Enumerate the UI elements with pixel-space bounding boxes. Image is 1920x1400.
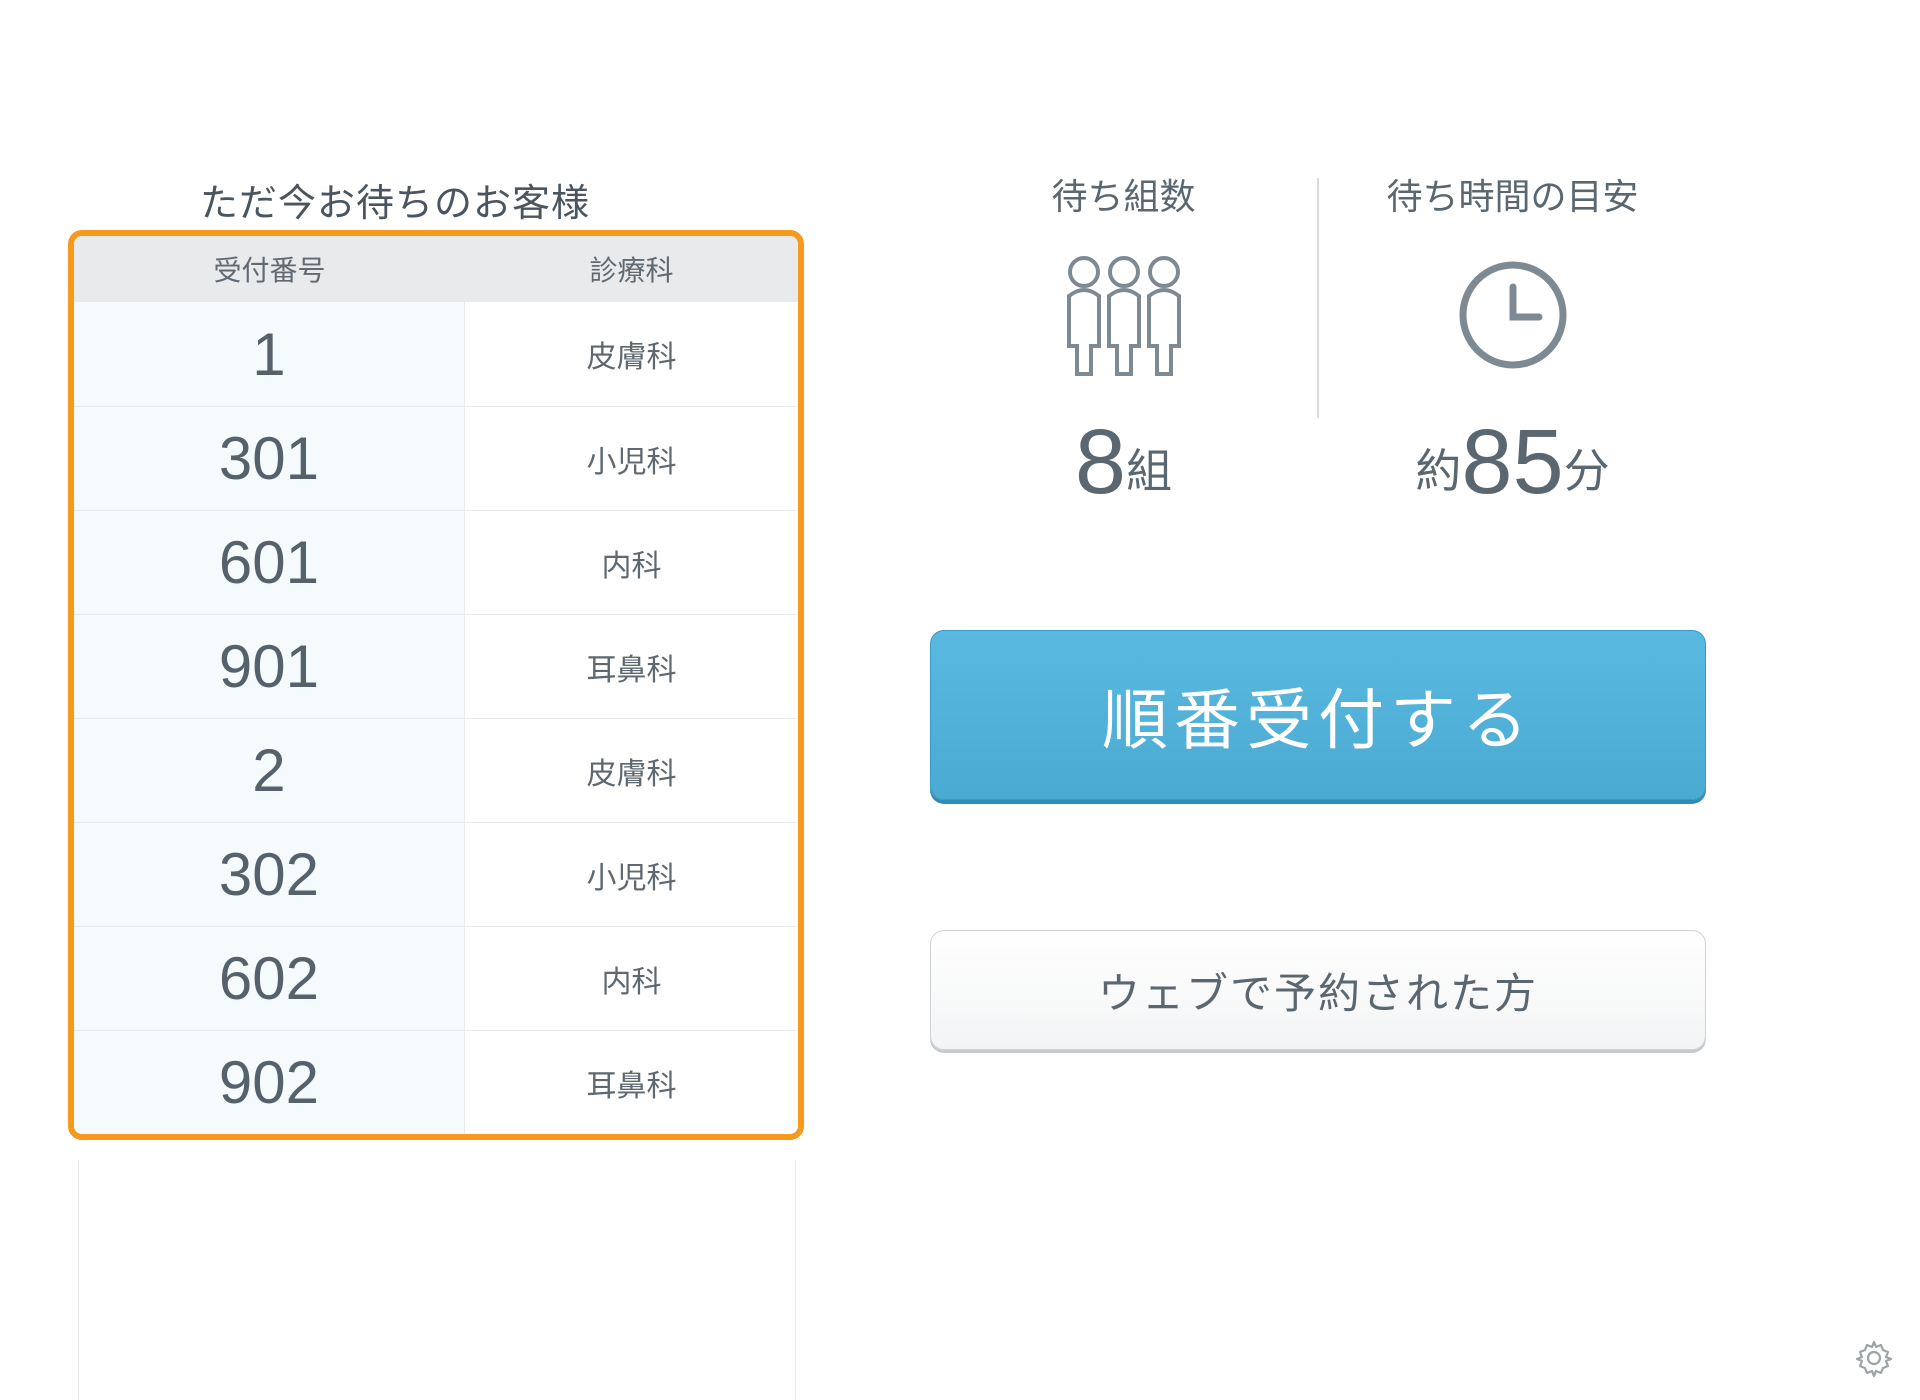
groups-unit: 組: [1126, 445, 1172, 497]
stats-panel: 待ち組数 8組 待ち時間の目安: [930, 168, 1706, 515]
ticket-number: 602: [74, 927, 465, 1030]
stat-groups-value: 8組: [930, 410, 1317, 515]
department-name: 耳鼻科: [465, 645, 798, 689]
table-row: 902耳鼻科: [74, 1030, 798, 1134]
register-queue-button[interactable]: 順番受付する: [930, 630, 1706, 800]
stat-time: 待ち時間の目安 約85分: [1319, 168, 1706, 515]
ticket-number: 601: [74, 511, 465, 614]
time-number: 85: [1461, 411, 1563, 513]
department-name: 内科: [465, 957, 798, 1001]
stat-groups-title: 待ち組数: [930, 168, 1317, 220]
web-reservation-button[interactable]: ウェブで予約された方: [930, 930, 1706, 1050]
ticket-number: 2: [74, 719, 465, 822]
department-name: 内科: [465, 541, 798, 585]
waiting-list-header: 受付番号 診療科: [74, 236, 798, 302]
table-row: 302小児科: [74, 822, 798, 926]
people-icon: [930, 250, 1317, 380]
table-row: 1皮膚科: [74, 302, 798, 406]
header-department: 診療科: [465, 249, 798, 289]
department-name: 皮膚科: [465, 749, 798, 793]
table-row: 2皮膚科: [74, 718, 798, 822]
waiting-list-frame: 受付番号 診療科 1皮膚科301小児科601内科901耳鼻科2皮膚科302小児科…: [68, 230, 804, 1140]
time-prefix: 約: [1415, 445, 1461, 497]
ticket-number: 302: [74, 823, 465, 926]
department-name: 皮膚科: [465, 332, 798, 376]
department-name: 耳鼻科: [465, 1061, 798, 1105]
header-number: 受付番号: [74, 249, 465, 289]
table-row: 901耳鼻科: [74, 614, 798, 718]
gear-icon: [1854, 1338, 1894, 1378]
table-row: 602内科: [74, 926, 798, 1030]
clock-icon: [1319, 250, 1706, 380]
stat-time-value: 約85分: [1319, 410, 1706, 515]
waiting-list-title: ただ今お待ちのお客様: [200, 172, 590, 227]
department-name: 小児科: [465, 437, 798, 481]
table-row: 601内科: [74, 510, 798, 614]
waiting-list-body: 1皮膚科301小児科601内科901耳鼻科2皮膚科302小児科602内科902耳…: [74, 302, 798, 1134]
table-row: 301小児科: [74, 406, 798, 510]
ticket-number: 1: [74, 302, 465, 406]
groups-number: 8: [1075, 411, 1126, 513]
time-unit: 分: [1564, 445, 1610, 497]
ticket-number: 902: [74, 1031, 465, 1134]
stat-groups: 待ち組数 8組: [930, 168, 1317, 515]
waiting-list-card-bottom: [78, 1160, 796, 1400]
settings-button[interactable]: [1854, 1338, 1894, 1378]
department-name: 小児科: [465, 853, 798, 897]
stat-time-title: 待ち時間の目安: [1319, 168, 1706, 220]
ticket-number: 901: [74, 615, 465, 718]
ticket-number: 301: [74, 407, 465, 510]
